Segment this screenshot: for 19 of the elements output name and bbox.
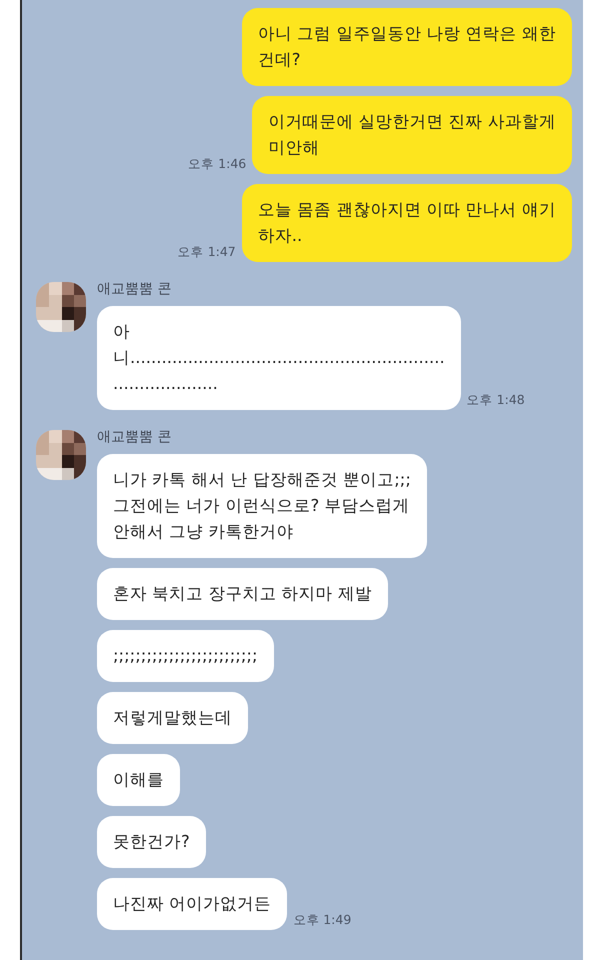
message-bubble: 나진짜 어이가없거든 (97, 878, 288, 930)
message-time: 오후 1:46 (188, 156, 246, 173)
message-bubble: 못한건가? (97, 816, 206, 868)
message-bubble: 혼자 북치고 장구치고 하지마 제발 (97, 568, 388, 620)
message-bubble: 이해를 (97, 754, 180, 806)
message-bubble: 오늘 몸좀 괜찮아지면 이따 만나서 얘기 하자.. (242, 184, 572, 262)
message-bubble: 이거때문에 실망한거면 진짜 사과할게 미안해 (252, 96, 572, 174)
sender-name: 애교뿜뿜 콘 (97, 428, 172, 446)
message-time: 오후 1:49 (293, 912, 352, 929)
sender-name: 애교뿜뿜 콘 (97, 280, 172, 298)
message-time: 오후 1:47 (178, 244, 236, 261)
message-bubble: 니가 카톡 해서 난 답장해준것 뿐이고;;; 그전에는 너가 이런식으로? 부담스럽게 안해서 그냥 카톡한거야 (97, 454, 427, 558)
message-bubble: ;;;;;;;;;;;;;;;;;;;;;;;;;; (97, 630, 274, 682)
avatar (36, 430, 86, 480)
message-bubble: 아니 그럼 일주일동안 나랑 연락은 왜한 건데? (242, 8, 572, 86)
message-time: 오후 1:48 (466, 392, 525, 409)
message-bubble: 저렇게말했는데 (97, 692, 248, 744)
message-bubble: 아 니............................................................ .................... (97, 306, 461, 410)
avatar (36, 282, 86, 332)
